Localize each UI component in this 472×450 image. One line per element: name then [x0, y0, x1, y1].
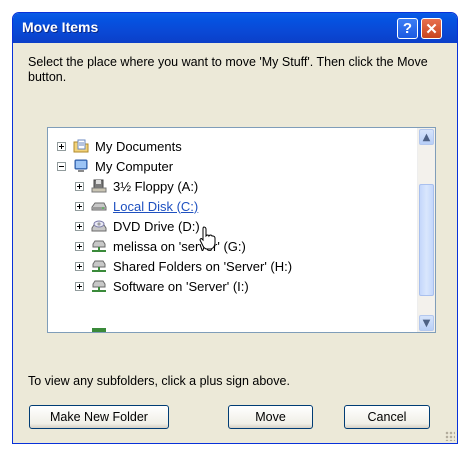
- expand-icon[interactable]: [75, 241, 84, 251]
- close-icon: ✕: [425, 20, 438, 38]
- tree-item-label: Local Disk (C:): [113, 198, 199, 214]
- tree-item-dvd-drive[interactable]: DVD Drive (D:): [75, 216, 200, 236]
- hard-disk-icon: [91, 202, 107, 211]
- tree-item-label: melissa on 'server' (G:): [113, 238, 246, 254]
- chevron-up-icon: ▲: [422, 131, 431, 143]
- title-bar[interactable]: Move Items ? ✕: [13, 13, 457, 43]
- help-button[interactable]: ?: [397, 18, 418, 39]
- close-button[interactable]: ✕: [421, 18, 442, 39]
- resize-grip[interactable]: [445, 431, 455, 441]
- tree-item-my-documents[interactable]: My Documents: [57, 136, 182, 156]
- expand-icon[interactable]: [75, 201, 84, 211]
- cancel-button[interactable]: Cancel: [344, 405, 430, 429]
- hint-text: To view any subfolders, click a plus sig…: [28, 374, 290, 388]
- collapse-icon[interactable]: [57, 161, 66, 171]
- tree-item-label: My Computer: [95, 158, 174, 174]
- tree-item-label: Shared Folders on 'Server' (H:): [113, 258, 293, 274]
- hand-cursor-icon: [199, 226, 216, 250]
- tree-item-label: DVD Drive (D:): [113, 218, 200, 234]
- tree-item-label: Software on 'Server' (I:): [113, 278, 249, 294]
- network-drive-icon: [92, 240, 106, 252]
- tree-item-label: My Documents: [95, 138, 182, 154]
- tree-item-network-drive-i[interactable]: Software on 'Server' (I:): [75, 276, 249, 296]
- chevron-down-icon: ▼: [422, 317, 431, 329]
- move-items-dialog: Move Items ? ✕ Select the place where yo…: [12, 12, 458, 444]
- help-icon: ?: [402, 20, 413, 37]
- scroll-down-button[interactable]: ▼: [419, 315, 434, 331]
- make-new-folder-button[interactable]: Make New Folder: [29, 405, 169, 429]
- network-drive-icon: [92, 280, 106, 292]
- folder-icon: [92, 328, 106, 332]
- expand-icon[interactable]: [75, 181, 84, 191]
- expand-icon[interactable]: [57, 141, 66, 151]
- tree-item-network-drive-g[interactable]: melissa on 'server' (G:): [75, 236, 246, 256]
- expand-icon[interactable]: [75, 281, 84, 291]
- expand-icon[interactable]: [75, 261, 84, 271]
- scroll-thumb[interactable]: [419, 184, 434, 296]
- expand-icon[interactable]: [75, 221, 84, 231]
- tree-item-my-computer[interactable]: My Computer: [57, 156, 173, 176]
- dialog-title: Move Items: [22, 19, 99, 35]
- tree-item-local-disk[interactable]: Local Disk (C:): [75, 196, 198, 216]
- dialog-description: Select the place where you want to move …: [28, 55, 428, 84]
- tree-item-label: 3½ Floppy (A:): [113, 178, 199, 194]
- computer-icon: [74, 159, 88, 172]
- vertical-scrollbar[interactable]: ▲ ▼: [417, 128, 435, 332]
- dvd-drive-icon: [91, 220, 107, 232]
- move-button[interactable]: Move: [228, 405, 313, 429]
- tree-item-network-drive-h[interactable]: Shared Folders on 'Server' (H:): [75, 256, 292, 276]
- tree-item-floppy[interactable]: 3½ Floppy (A:): [75, 176, 198, 196]
- floppy-icon: [91, 179, 107, 193]
- my-documents-icon: [73, 139, 89, 153]
- folder-tree[interactable]: My Documents My Computer 3½ Floppy (A:) …: [47, 127, 436, 333]
- scroll-up-button[interactable]: ▲: [419, 129, 434, 145]
- network-drive-icon: [92, 260, 106, 272]
